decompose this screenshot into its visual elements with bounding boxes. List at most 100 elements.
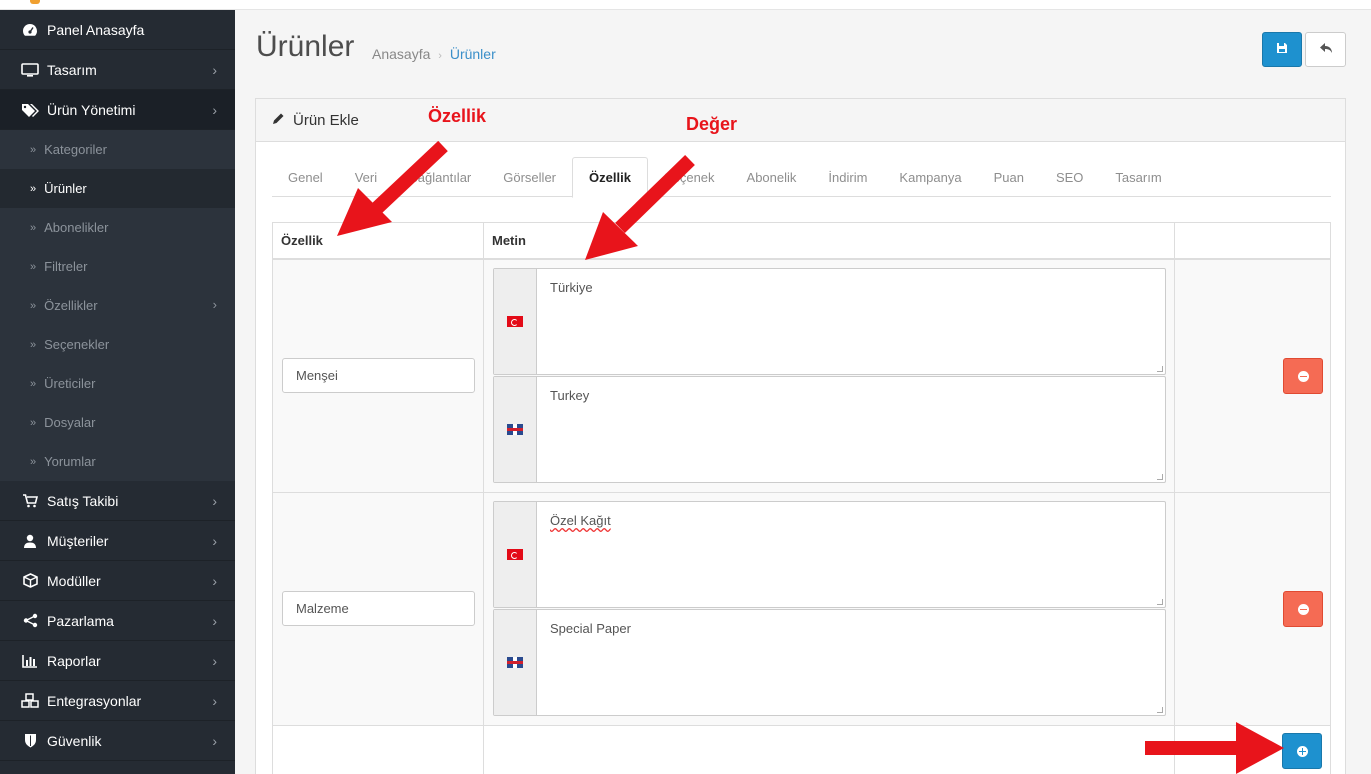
attribute-text-en[interactable]: Turkey xyxy=(493,376,1166,483)
attribute-name-cell: Malzeme xyxy=(273,493,484,725)
back-button[interactable] xyxy=(1305,32,1346,67)
attribute-table: Özellik Metin Menşei Türkiye Turkey Malz… xyxy=(272,222,1331,774)
sidebar-item-label: Pazarlama xyxy=(47,612,114,629)
sidebar-subitem-label: Yorumlar xyxy=(44,454,96,469)
logo-fragment xyxy=(30,0,40,4)
resize-handle-icon[interactable] xyxy=(1157,599,1163,605)
column-header-actions xyxy=(1175,223,1330,258)
breadcrumb-separator: › xyxy=(438,50,442,62)
sidebar-subitem-label: Ürünler xyxy=(44,181,87,196)
share-icon xyxy=(20,613,40,629)
sidebar-item-label: Panel Anasayfa xyxy=(47,21,145,38)
attribute-action-cell xyxy=(1175,493,1330,725)
cart-icon xyxy=(20,493,40,509)
tab-abonelik[interactable]: Abonelik xyxy=(731,157,813,197)
sidebar-subitem-kategoriler[interactable]: » Kategoriler xyxy=(0,130,235,169)
dashboard-icon xyxy=(20,22,40,38)
chevron-right-icon: › xyxy=(212,493,217,509)
table-row: Menşei Türkiye Turkey xyxy=(273,260,1330,493)
sidebar-item-moduller[interactable]: Modüller › xyxy=(0,561,235,601)
sidebar-subitem-label: Abonelikler xyxy=(44,220,109,235)
sidebar-item-raporlar[interactable]: Raporlar › xyxy=(0,641,235,681)
save-button[interactable] xyxy=(1262,32,1302,67)
lang-addon xyxy=(494,377,537,482)
sidebar-item-entegrasyonlar[interactable]: Entegrasyonlar › xyxy=(0,681,235,721)
sidebar-subitem-secenekler[interactable]: » Seçenekler xyxy=(0,325,235,364)
resize-handle-icon[interactable] xyxy=(1157,474,1163,480)
chevron-right-icon: › xyxy=(212,533,217,549)
tab-genel[interactable]: Genel xyxy=(272,157,339,197)
sidebar-subitem-abonelikler[interactable]: » Abonelikler xyxy=(0,208,235,247)
sidebar-subitem-ozellikler[interactable]: » Özellikler › xyxy=(0,286,235,325)
remove-attribute-button[interactable] xyxy=(1283,591,1323,627)
tab-ozellik[interactable]: Özellik xyxy=(572,157,648,198)
double-chevron-icon: » xyxy=(30,143,37,156)
sidebar-subitem-label: Filtreler xyxy=(44,259,88,274)
tab-baglantilar[interactable]: Bağlantılar xyxy=(393,157,487,197)
flag-gb-icon xyxy=(507,424,523,435)
tab-secenek[interactable]: Seçenek xyxy=(648,157,731,197)
sidebar-subitem-dosyalar[interactable]: » Dosyalar xyxy=(0,403,235,442)
attribute-text-tr[interactable]: Türkiye xyxy=(493,268,1166,375)
reply-icon xyxy=(1319,42,1333,57)
tab-kampanya[interactable]: Kampanya xyxy=(883,157,977,197)
attribute-textarea[interactable]: Special Paper xyxy=(537,610,1165,715)
attribute-name-input[interactable]: Menşei xyxy=(282,358,475,393)
sidebar-item-pazarlama[interactable]: Pazarlama › xyxy=(0,601,235,641)
flag-tr-icon xyxy=(507,316,523,327)
attribute-text-en[interactable]: Special Paper xyxy=(493,609,1166,716)
pencil-icon xyxy=(272,112,285,129)
bar-chart-icon xyxy=(20,653,40,669)
shield-icon xyxy=(20,733,40,749)
add-attribute-button[interactable] xyxy=(1282,733,1322,769)
remove-attribute-button[interactable] xyxy=(1283,358,1323,394)
tab-indirim[interactable]: İndirim xyxy=(812,157,883,197)
resize-handle-icon[interactable] xyxy=(1157,366,1163,372)
sidebar-subitem-label: Seçenekler xyxy=(44,337,110,352)
attribute-textarea[interactable]: Turkey xyxy=(537,377,1165,482)
panel-heading: Ürün Ekle xyxy=(256,99,1345,142)
attribute-textarea[interactable]: Türkiye xyxy=(537,269,1165,374)
chevron-right-icon: › xyxy=(212,733,217,749)
lang-addon xyxy=(494,269,537,374)
footer-cell xyxy=(273,726,484,774)
sidebar-item-label: Raporlar xyxy=(47,652,101,669)
sidebar-item-label: Müşteriler xyxy=(47,532,109,549)
attribute-text-cell: Türkiye Turkey xyxy=(484,260,1175,492)
attribute-textarea[interactable]: Özel Kağıt xyxy=(537,502,1165,607)
top-bar xyxy=(0,0,1371,10)
sidebar-item-guvenlik[interactable]: Güvenlik › xyxy=(0,721,235,761)
attribute-text-tr[interactable]: Özel Kağıt xyxy=(493,501,1166,608)
sidebar-item-satis-takibi[interactable]: Satış Takibi › xyxy=(0,481,235,521)
tab-seo[interactable]: SEO xyxy=(1040,157,1099,197)
sidebar-item-label: Entegrasyonlar xyxy=(47,692,142,709)
sidebar-item-urun-yonetimi[interactable]: Ürün Yönetimi › xyxy=(0,90,235,130)
breadcrumb-home[interactable]: Anasayfa xyxy=(372,46,430,62)
attribute-textarea-value: Özel Kağıt xyxy=(550,513,611,528)
lang-addon xyxy=(494,502,537,607)
sidebar-item-label: Satış Takibi xyxy=(47,492,119,509)
chevron-right-icon: › xyxy=(212,693,217,709)
resize-handle-icon[interactable] xyxy=(1157,707,1163,713)
attribute-name-input[interactable]: Malzeme xyxy=(282,591,475,626)
tab-gorseller[interactable]: Görseller xyxy=(487,157,572,197)
sidebar-subitem-ureticiler[interactable]: » Üreticiler xyxy=(0,364,235,403)
double-chevron-icon: » xyxy=(30,182,37,195)
column-header-metin: Metin xyxy=(484,223,1175,258)
tab-puan[interactable]: Puan xyxy=(978,157,1040,197)
sidebar-subitem-urunler[interactable]: » Ürünler xyxy=(0,169,235,208)
sidebar-item-musteriler[interactable]: Müşteriler › xyxy=(0,521,235,561)
sidebar-item-label: Güvenlik xyxy=(47,732,102,749)
sidebar-item-tasarim[interactable]: Tasarım › xyxy=(0,50,235,90)
monitor-icon xyxy=(20,62,40,78)
breadcrumb-current[interactable]: Ürünler xyxy=(450,46,496,62)
tab-tasarim[interactable]: Tasarım xyxy=(1099,157,1177,197)
flag-tr-icon xyxy=(507,549,523,560)
tab-veri[interactable]: Veri xyxy=(339,157,393,197)
sidebar-item-panel-anasayfa[interactable]: Panel Anasayfa xyxy=(0,10,235,50)
plus-circle-icon xyxy=(1296,745,1308,757)
sidebar-subitem-filtreler[interactable]: » Filtreler xyxy=(0,247,235,286)
sidebar-subitem-yorumlar[interactable]: » Yorumlar xyxy=(0,442,235,481)
sidebar-subitem-label: Özellikler xyxy=(44,298,98,313)
chevron-right-icon: › xyxy=(212,297,217,312)
